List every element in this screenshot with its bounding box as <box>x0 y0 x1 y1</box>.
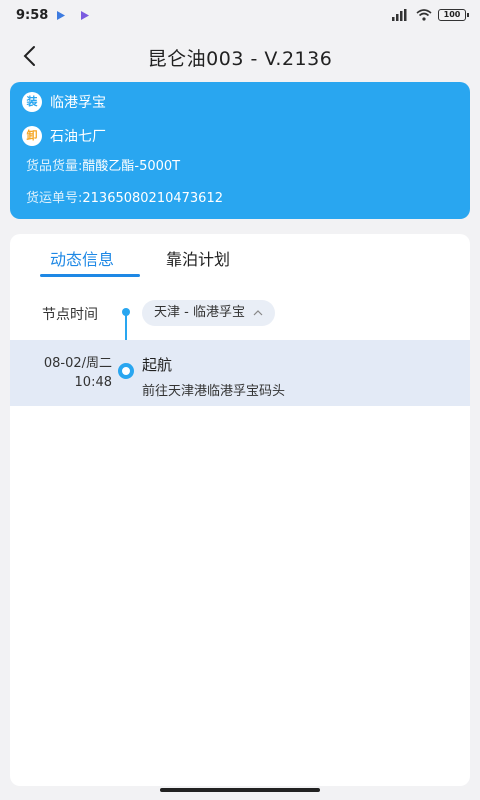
status-indicators: 100 <box>392 9 469 21</box>
event-node-dot <box>118 363 134 379</box>
play-notification-icon <box>57 11 65 20</box>
route-selector[interactable]: 天津 - 临港孚宝 <box>142 300 275 326</box>
route-label: 天津 - 临港孚宝 <box>154 305 245 320</box>
load-port: 临港孚宝 <box>50 95 106 111</box>
voyage-info-card: 装 临港孚宝 卸 石油七厂 货品货量:醋酸乙酯-5000T 货运单号:21365… <box>10 82 470 219</box>
timeline-start-dot <box>122 308 130 316</box>
unload-port-row: 卸 石油七厂 <box>22 126 106 146</box>
timeline-event[interactable]: 08-02/周二 10:48 起航 前往天津港临港孚宝码头 <box>10 340 470 406</box>
content-panel: 动态信息 靠泊计划 节点时间 天津 - 临港孚宝 08-02/周二 10:48 … <box>10 234 470 786</box>
wifi-icon <box>416 9 432 21</box>
waybill-value: 21365080210473612 <box>82 191 223 206</box>
app-header: 昆仑油003 - V.2136 <box>0 30 480 82</box>
load-port-row: 装 临港孚宝 <box>22 92 106 112</box>
event-datetime: 08-02/周二 10:48 <box>44 354 112 392</box>
tab-berthing-plan[interactable]: 靠泊计划 <box>166 246 230 270</box>
unload-port: 石油七厂 <box>50 129 106 145</box>
event-time: 10:48 <box>74 375 112 390</box>
status-time: 9:58 <box>16 8 49 23</box>
home-indicator[interactable] <box>160 788 320 792</box>
cargo-value: 醋酸乙酯-5000T <box>82 159 181 174</box>
page-title: 昆仑油003 - V.2136 <box>147 48 333 70</box>
chevron-up-icon <box>253 310 263 316</box>
battery-icon: 100 <box>438 9 469 21</box>
event-date: 08-02/周二 <box>43 356 112 371</box>
event-title: 起航 <box>142 356 173 374</box>
signal-icon <box>392 9 407 21</box>
active-tab-indicator <box>40 274 140 277</box>
cargo-info: 货品货量:醋酸乙酯-5000T <box>26 155 180 174</box>
waybill-label: 货运单号: <box>26 191 83 206</box>
tab-dynamic-info[interactable]: 动态信息 <box>50 246 114 270</box>
cargo-label: 货品货量: <box>26 159 83 174</box>
load-badge: 装 <box>22 92 42 112</box>
waybill-info: 货运单号:21365080210473612 <box>26 187 223 206</box>
tab-bar: 动态信息 靠泊计划 <box>10 234 470 280</box>
status-bar: 9:58 100 <box>0 0 480 30</box>
video-notification-icon <box>81 11 89 20</box>
event-description: 前往天津港临港孚宝码头 <box>142 384 286 399</box>
node-time-label: 节点时间 <box>42 307 98 323</box>
unload-badge: 卸 <box>22 126 42 146</box>
